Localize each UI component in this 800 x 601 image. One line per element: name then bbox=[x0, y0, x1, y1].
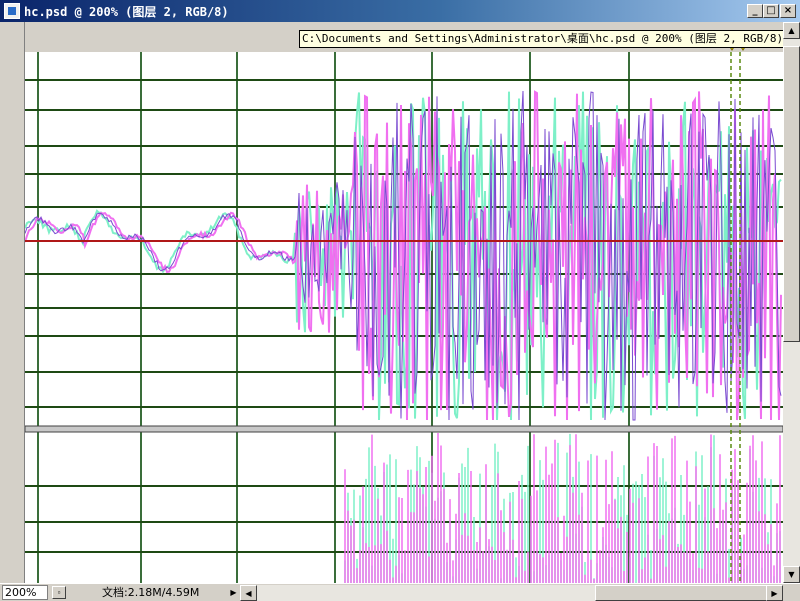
document-canvas[interactable] bbox=[25, 52, 783, 583]
scroll-left-button[interactable]: ◀ bbox=[240, 585, 257, 601]
status-menu-arrow[interactable]: ▶ bbox=[227, 585, 240, 601]
photoshop-doc-icon[interactable] bbox=[4, 3, 20, 19]
scroll-right-button[interactable]: ▶ bbox=[766, 585, 783, 601]
window-title: hc.psd @ 200% (图层 2, RGB/8) bbox=[24, 5, 229, 19]
horizontal-scrollbar[interactable]: ◀ ▶ bbox=[240, 585, 783, 601]
zoom-field[interactable]: 200% bbox=[2, 585, 48, 600]
status-bar: 200% ▫ 文档:2.18M/4.59M ▶ ◀ ▶ bbox=[0, 583, 800, 601]
minimize-button[interactable]: _ bbox=[747, 4, 763, 18]
window-titlebar[interactable]: hc.psd @ 200% (图层 2, RGB/8) _ □ × bbox=[0, 0, 800, 22]
path-tooltip: C:\Documents and Settings\Administrator\… bbox=[299, 30, 787, 48]
scroll-down-button[interactable]: ▼ bbox=[783, 566, 800, 583]
vertical-scroll-thumb[interactable] bbox=[783, 46, 800, 342]
left-ruler bbox=[0, 22, 25, 583]
vertical-scrollbar[interactable]: ▲ ▼ bbox=[783, 22, 800, 583]
maximize-button[interactable]: □ bbox=[763, 4, 779, 18]
navigator-icon[interactable]: ▫ bbox=[52, 586, 66, 599]
document-size: 文档:2.18M/4.59M bbox=[102, 586, 200, 599]
horizontal-scroll-thumb[interactable] bbox=[595, 585, 780, 601]
scroll-up-button[interactable]: ▲ bbox=[783, 22, 800, 39]
close-button[interactable]: × bbox=[780, 4, 796, 18]
panel-divider bbox=[25, 425, 783, 433]
